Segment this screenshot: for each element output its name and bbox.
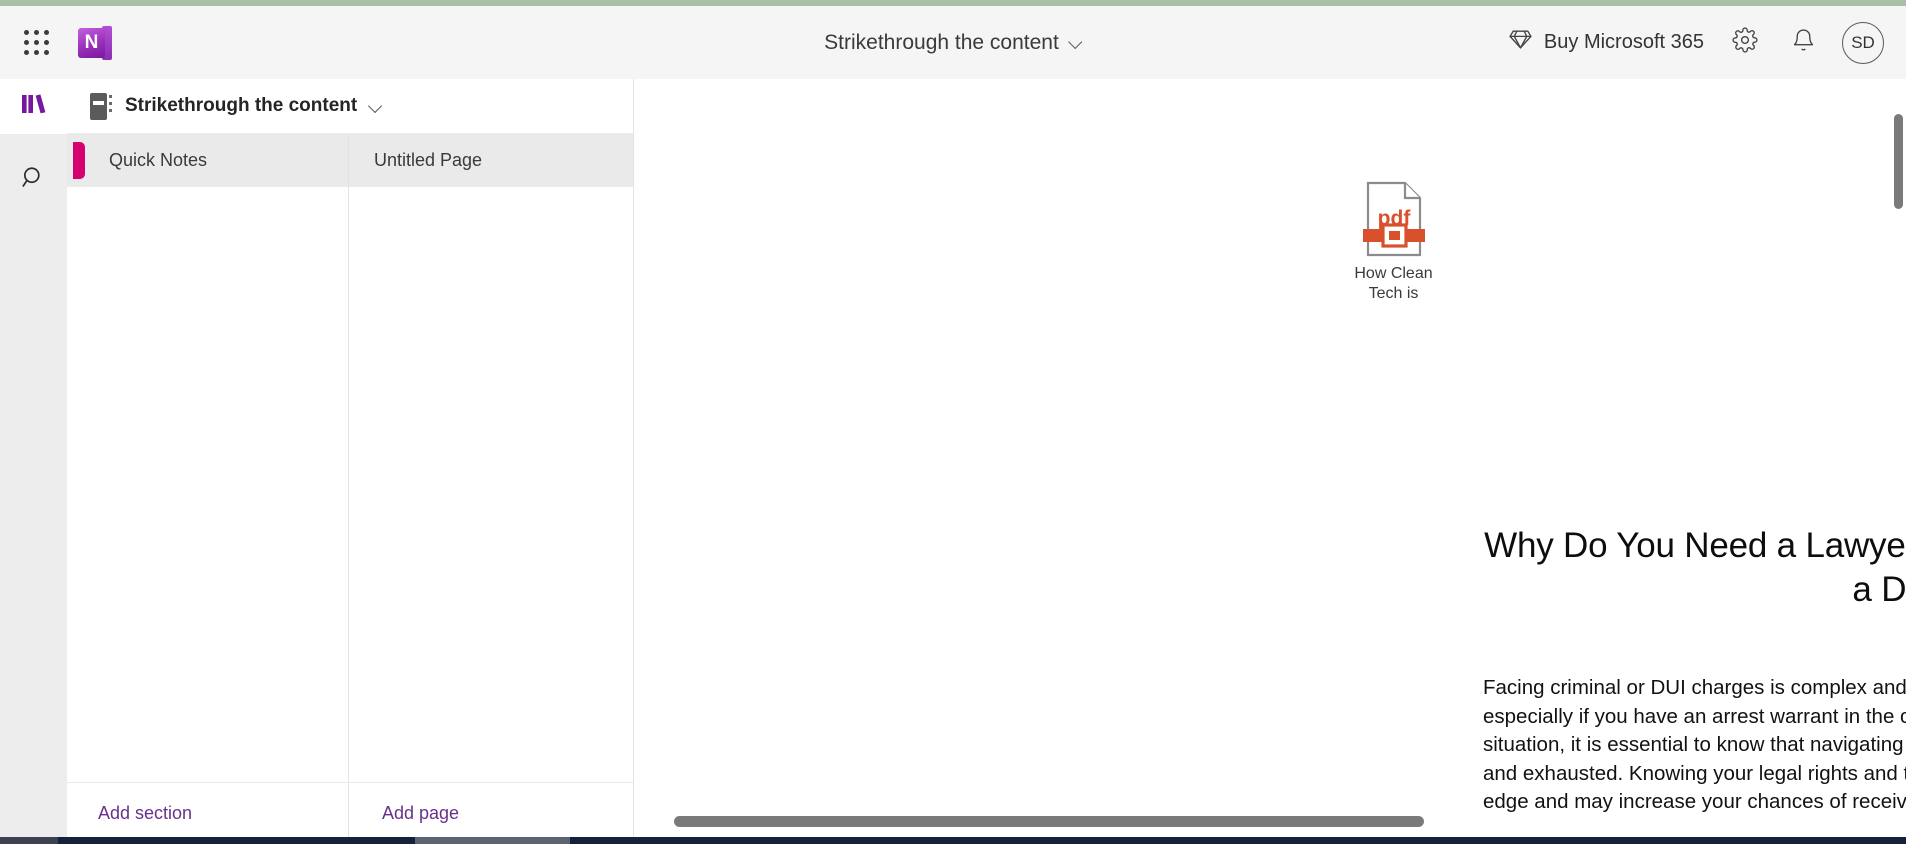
document-title-menu[interactable]: Strikethrough the content xyxy=(824,31,1082,55)
horizontal-scrollbar-thumb[interactable] xyxy=(674,816,1424,827)
sections-list: Quick Notes xyxy=(67,134,348,782)
notebook-icon xyxy=(90,92,113,120)
windows-taskbar xyxy=(0,837,1906,844)
app-launcher-button[interactable] xyxy=(8,30,64,55)
buy-microsoft-365-button[interactable]: Buy Microsoft 365 xyxy=(1496,21,1716,64)
user-avatar[interactable]: SD xyxy=(1842,21,1884,64)
page-item-untitled-page[interactable]: Untitled Page xyxy=(349,134,633,187)
notebooks-button[interactable] xyxy=(19,79,49,135)
taskbar-start-area xyxy=(0,837,58,844)
section-item-quick-notes[interactable]: Quick Notes xyxy=(67,134,348,187)
note-canvas[interactable]: pdf How Clean Tech is Why Do You Need a … xyxy=(634,79,1906,844)
attachment-label: How Clean Tech is xyxy=(1340,264,1447,305)
header-actions: Buy Microsoft 365 SD xyxy=(1496,6,1906,79)
app-title-text: Strikethrough the content xyxy=(824,30,1059,54)
document-paragraph-1: Facing criminal or DUI charges is comple… xyxy=(1483,676,1906,813)
onenote-logo-letter: N xyxy=(84,32,99,53)
notifications-button[interactable] xyxy=(1774,14,1832,72)
notebook-panel: Strikethrough the content Quick Notes Ad… xyxy=(67,79,634,844)
app-launcher-grid-icon xyxy=(23,30,49,55)
diamond-icon xyxy=(1508,27,1533,58)
pdf-attachment[interactable]: pdf How Clean Tech is xyxy=(1340,179,1447,305)
add-page-row: Add page xyxy=(349,782,633,844)
section-color-tab xyxy=(73,142,85,179)
search-button[interactable] xyxy=(0,152,67,208)
vertical-scrollbar-thumb[interactable] xyxy=(1894,114,1903,209)
app-header-bar: N Strikethrough the content Buy Microsof… xyxy=(0,6,1906,79)
pages-list: Untitled Page xyxy=(349,134,633,782)
pdf-file-icon: pdf xyxy=(1359,181,1429,263)
add-page-button[interactable]: Add page xyxy=(349,803,459,824)
document-heading: Why Do You Need a Lawyer If You Have an … xyxy=(1484,526,1906,609)
sections-pane: Quick Notes Add section xyxy=(67,134,349,844)
bell-icon xyxy=(1791,28,1816,58)
section-label: Quick Notes xyxy=(109,150,208,170)
main-body: Strikethrough the content Quick Notes Ad… xyxy=(0,79,1906,844)
horizontal-scrollbar-track[interactable] xyxy=(634,816,1906,830)
attachment-label-line1: How Clean xyxy=(1354,265,1433,282)
avatar-initials: SD xyxy=(1851,32,1875,52)
buy-microsoft-365-label: Buy Microsoft 365 xyxy=(1543,31,1704,53)
left-rail xyxy=(0,79,67,844)
gear-icon xyxy=(1732,27,1758,58)
settings-button[interactable] xyxy=(1716,14,1774,72)
pages-pane: Untitled Page Add page xyxy=(349,134,633,844)
section-page-panes: Quick Notes Add section Untitled Page Ad… xyxy=(67,134,633,844)
taskbar-active-window xyxy=(415,837,570,844)
notebook-header[interactable]: Strikethrough the content xyxy=(67,79,633,134)
chevron-down-icon[interactable] xyxy=(369,100,382,113)
rail-tools xyxy=(0,134,67,844)
notebook-name: Strikethrough the content xyxy=(125,95,358,116)
chevron-down-icon xyxy=(1069,36,1082,49)
page-label: Untitled Page xyxy=(374,150,483,170)
attachment-label-line2: Tech is xyxy=(1368,285,1419,303)
notebook-library-icon xyxy=(19,91,49,122)
add-section-row: Add section xyxy=(67,782,348,844)
search-icon xyxy=(20,164,47,196)
onenote-logo: N xyxy=(78,25,112,61)
add-section-button[interactable]: Add section xyxy=(67,803,192,824)
rail-notebooks-slot xyxy=(0,79,67,134)
